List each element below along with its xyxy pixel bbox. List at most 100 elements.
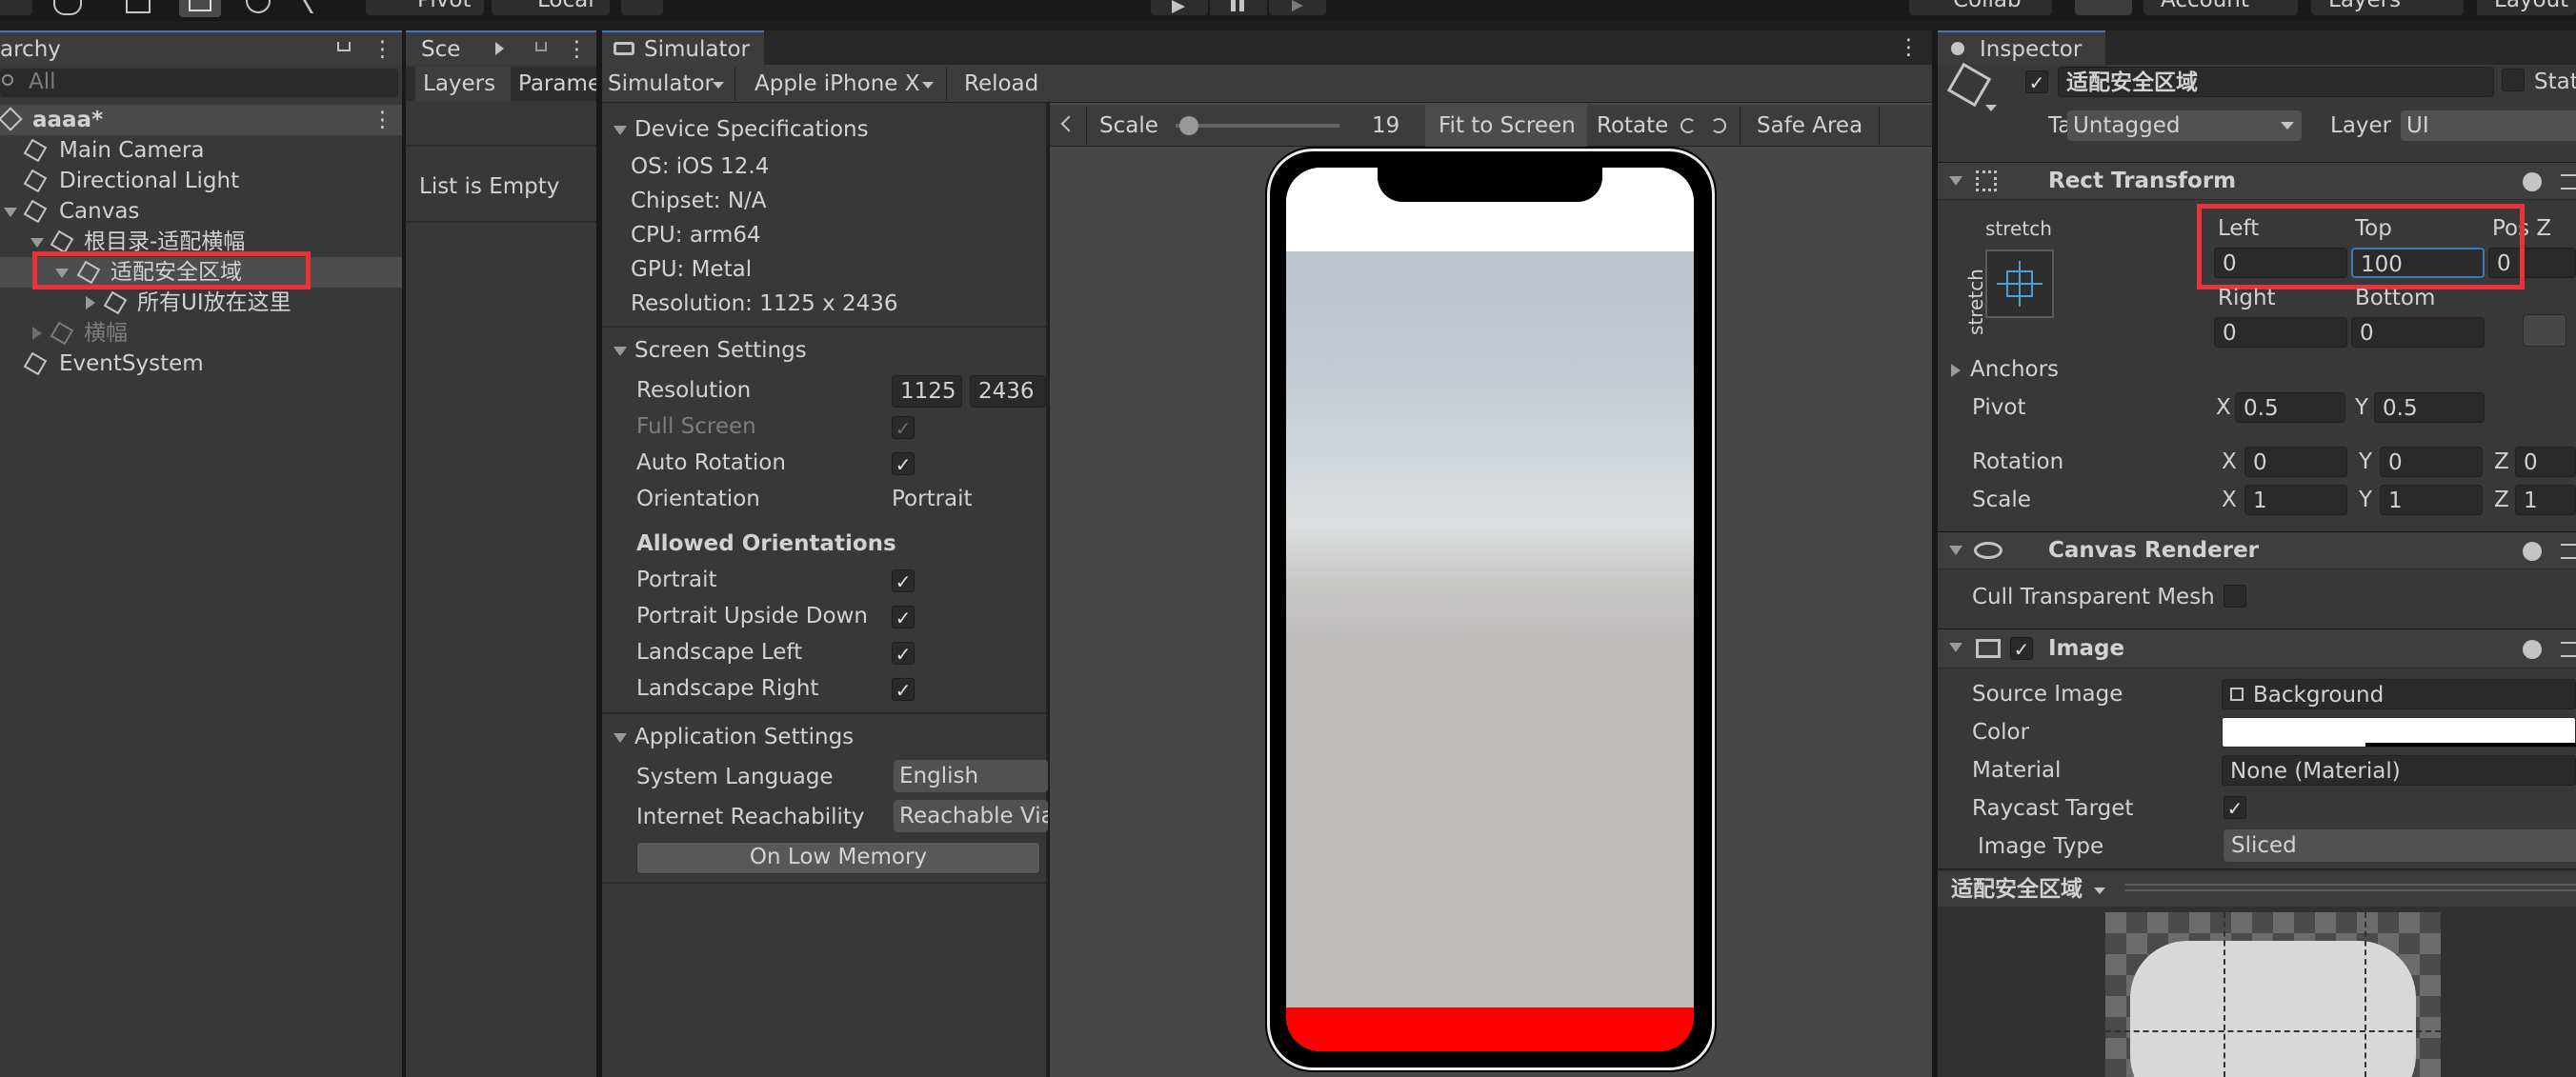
help-icon[interactable] — [2523, 640, 2542, 659]
color-swatch[interactable] — [2222, 717, 2576, 748]
layout-dropdown[interactable]: Layout — [2477, 0, 2576, 15]
image-enabled-checkbox[interactable]: ✓ — [2010, 637, 2033, 661]
screen-settings-header[interactable]: Screen Settings — [602, 335, 1046, 366]
rect-tool-icon[interactable] — [179, 0, 221, 17]
move-tool-icon[interactable] — [0, 0, 32, 15]
allowed-orientation-checkbox[interactable]: ✓ — [892, 642, 915, 666]
inspector-tab[interactable]: Inspector — [1938, 30, 2105, 65]
tab-arrow-icon[interactable] — [495, 42, 504, 55]
active-checkbox[interactable]: ✓ — [2025, 70, 2048, 94]
static-checkbox[interactable] — [2502, 69, 2525, 91]
scene-header-row[interactable]: aaaa* ⋮ — [0, 105, 402, 135]
rotate-left-icon[interactable] — [1680, 118, 1696, 133]
simulator-more-icon[interactable]: ⋮ — [1898, 32, 1920, 63]
scene-tab[interactable]: Sce ⋮ — [406, 30, 596, 65]
rotate-right-icon[interactable] — [1711, 118, 1726, 133]
image-header[interactable]: ✓ Image — [1938, 628, 2576, 668]
cull-transparent-mesh-checkbox[interactable] — [2224, 585, 2246, 608]
device-specs-header[interactable]: Device Specifications — [602, 114, 1046, 145]
scale-tool-icon[interactable] — [126, 0, 151, 13]
fit-to-screen-button[interactable]: Fit to Screen — [1425, 105, 1587, 147]
resolution-width-field[interactable]: 1125 — [892, 375, 962, 408]
transform-tools[interactable] — [0, 0, 352, 17]
more-icon[interactable]: ⋮ — [372, 34, 393, 65]
hierarchy-item[interactable]: 所有UI放在这里 — [0, 288, 402, 318]
transform-tool-icon[interactable] — [246, 0, 271, 13]
anchor-presets-button[interactable] — [1985, 249, 2054, 318]
auto-rotation-checkbox[interactable]: ✓ — [892, 452, 915, 476]
anchors-foldout[interactable]: Anchors — [1938, 354, 2576, 387]
collab-button[interactable]: Collab — [1909, 0, 2052, 15]
hierarchy-item[interactable]: Directional Light — [0, 166, 402, 196]
pause-button[interactable] — [1210, 0, 1267, 15]
hierarchy-item[interactable]: Canvas — [0, 196, 402, 227]
right-field[interactable]: 0 — [2214, 317, 2347, 348]
account-dropdown[interactable]: Account — [2143, 0, 2298, 15]
app-settings-header[interactable]: Application Settings — [602, 722, 1046, 752]
scene-more-icon[interactable]: ⋮ — [372, 105, 393, 135]
simulator-tab[interactable]: Simulator — [602, 30, 764, 65]
tab-parameters[interactable]: Parame — [513, 67, 596, 101]
scale-z-field[interactable]: 1 — [2515, 485, 2576, 515]
material-field[interactable]: None (Material) — [2222, 755, 2576, 786]
raycast-target-checkbox[interactable]: ✓ — [2224, 796, 2246, 820]
low-memory-button[interactable]: On Low Memory — [636, 842, 1040, 874]
scale-slider-thumb[interactable] — [1178, 116, 1198, 135]
reload-button[interactable]: Reload — [953, 67, 1048, 101]
rotation-y-field[interactable]: 0 — [2380, 447, 2483, 477]
device-screen[interactable] — [1286, 168, 1694, 1051]
scale-y-field[interactable]: 1 — [2380, 485, 2483, 515]
device-dropdown[interactable]: Apple iPhone X — [743, 67, 947, 101]
safe-area-label[interactable]: Safe Area — [1757, 110, 1862, 141]
rotation-x-field[interactable]: 0 — [2244, 447, 2347, 477]
play-button[interactable] — [1151, 0, 1208, 15]
pivot-y-field[interactable]: 0.5 — [2374, 392, 2485, 423]
settings-icon[interactable] — [2561, 174, 2576, 189]
custom-tool-icon[interactable] — [302, 0, 334, 13]
lock-icon[interactable] — [535, 42, 547, 51]
rotate-tool-icon[interactable] — [53, 0, 82, 15]
source-image-field[interactable]: Background — [2222, 679, 2576, 709]
collapse-arrow-icon[interactable] — [32, 327, 42, 340]
internet-reachability-dropdown[interactable]: Reachable Via — [894, 800, 1048, 832]
resolution-height-field[interactable]: 2436 — [970, 375, 1046, 408]
scale-x-field[interactable]: 1 — [2244, 485, 2347, 515]
expand-arrow-icon[interactable] — [4, 208, 17, 217]
object-name-field[interactable]: 适配安全区域 — [2058, 67, 2494, 97]
hierarchy-tab[interactable]: archy ⋮ — [0, 30, 402, 65]
layers-dropdown[interactable]: Layers — [2311, 0, 2464, 15]
pivot-toggle[interactable]: Pivot — [366, 0, 484, 15]
settings-icon[interactable] — [2561, 642, 2576, 657]
help-icon[interactable] — [2523, 542, 2542, 561]
step-button[interactable] — [1269, 0, 1326, 15]
preview-header[interactable]: 适配安全区域 — [1938, 872, 2576, 907]
pivot-x-field[interactable]: 0.5 — [2235, 392, 2345, 423]
bottom-field[interactable]: 0 — [2351, 317, 2485, 348]
simulator-dropdown[interactable]: Simulator — [602, 67, 735, 101]
collapse-sidebar-icon[interactable] — [1060, 115, 1077, 132]
hierarchy-search[interactable]: All — [0, 69, 398, 97]
allowed-orientation-checkbox[interactable]: ✓ — [892, 606, 915, 629]
hierarchy-item[interactable]: Main Camera — [0, 135, 402, 166]
hierarchy-item[interactable]: EventSystem — [0, 349, 402, 379]
layer-dropdown[interactable]: UI — [2401, 110, 2576, 141]
snap-toggle[interactable] — [621, 0, 663, 15]
blueprint-mode-button[interactable] — [2523, 314, 2566, 347]
image-type-dropdown[interactable]: Sliced — [2224, 829, 2576, 862]
allowed-orientation-checkbox[interactable]: ✓ — [892, 569, 915, 593]
more-icon[interactable]: ⋮ — [566, 34, 588, 65]
canvas-renderer-header[interactable]: Canvas Renderer — [1938, 531, 2576, 569]
drag-handle[interactable] — [2124, 884, 2576, 891]
expand-arrow-icon[interactable] — [30, 238, 44, 248]
settings-icon[interactable] — [2561, 544, 2576, 559]
collapse-arrow-icon[interactable] — [86, 296, 95, 309]
icon-dropdown-arrow[interactable] — [1985, 105, 1997, 111]
scale-slider[interactable] — [1176, 116, 1339, 135]
tab-layers[interactable]: Layers — [415, 67, 511, 101]
search-input[interactable]: All — [29, 67, 56, 97]
system-language-dropdown[interactable]: English — [894, 760, 1048, 792]
help-icon[interactable] — [2523, 172, 2542, 191]
cloud-button[interactable] — [2075, 0, 2132, 15]
local-toggle[interactable]: Local — [492, 0, 610, 15]
tag-dropdown[interactable]: Untagged — [2067, 110, 2302, 141]
